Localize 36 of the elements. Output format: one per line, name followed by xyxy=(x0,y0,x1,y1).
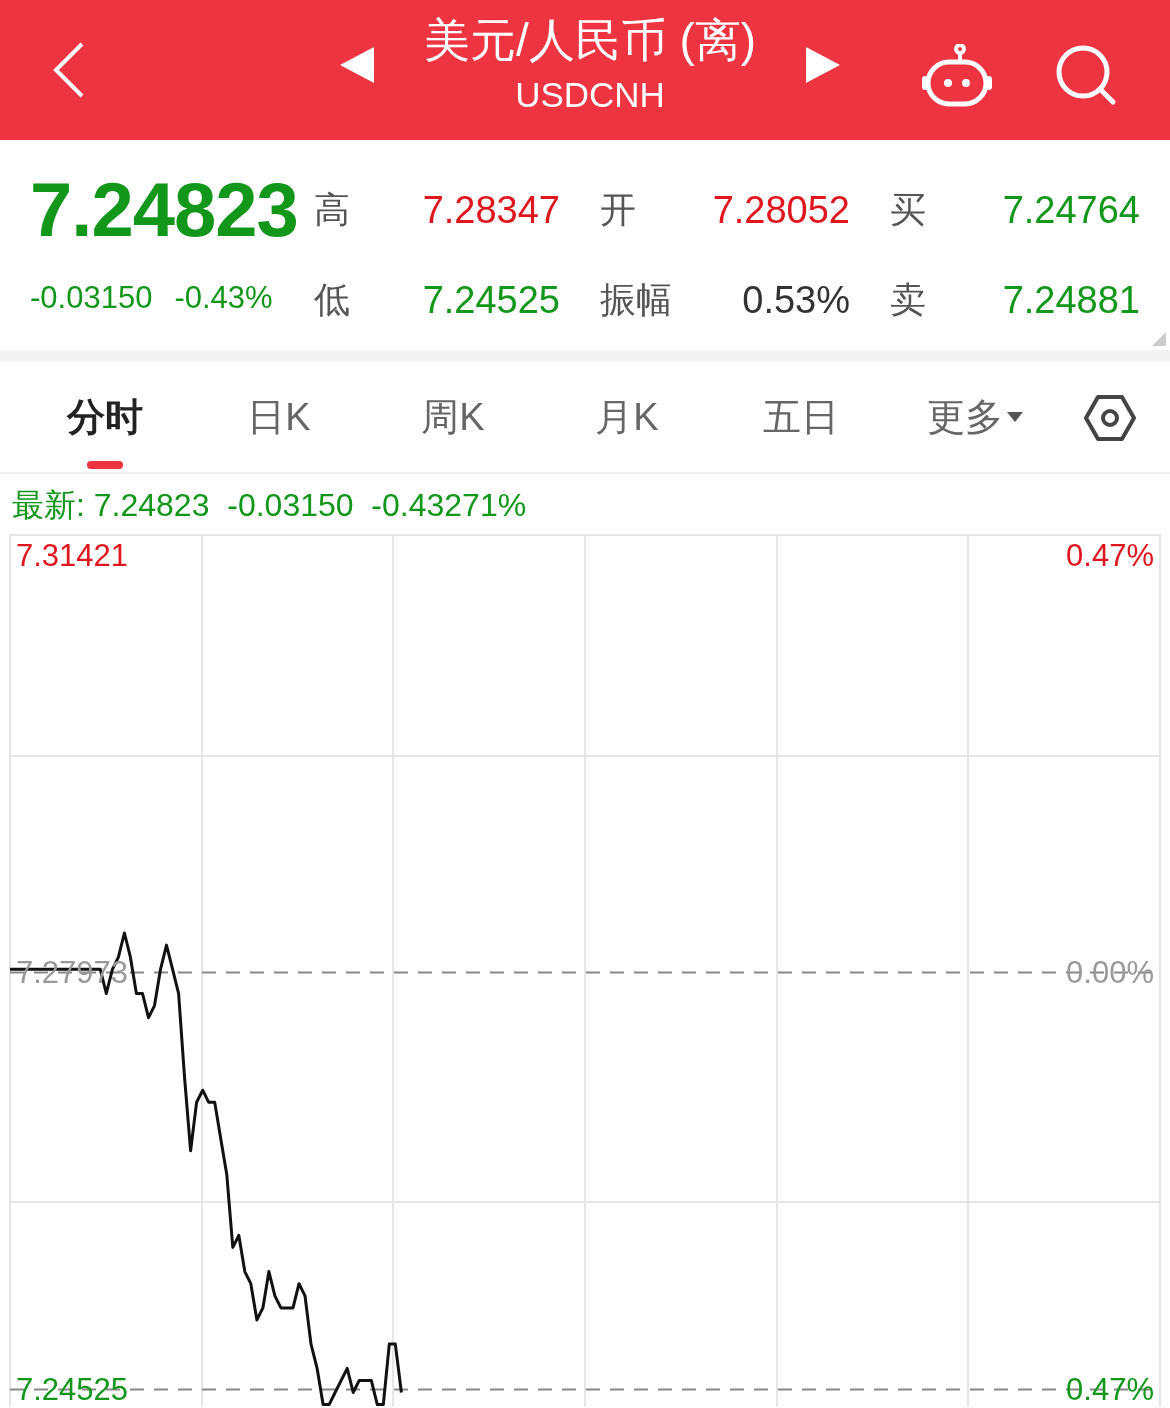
stat-label: 买 xyxy=(889,188,927,232)
robot-icon[interactable] xyxy=(920,44,992,108)
stat-value: 7.24881 xyxy=(1001,278,1140,323)
resize-corner-icon xyxy=(1152,332,1166,346)
stat-label: 卖 xyxy=(889,278,927,322)
next-arrow-icon[interactable] xyxy=(806,47,840,83)
percent-change: -0.43% xyxy=(174,280,273,316)
tab-indicator xyxy=(87,460,123,469)
settings-icon[interactable] xyxy=(1084,394,1136,442)
stat-label: 开 xyxy=(599,188,637,232)
symbol-code: USDCNH xyxy=(515,74,665,116)
price-axis-label: 7.31421 xyxy=(16,537,129,574)
percent-axis-label: 0.47% xyxy=(1066,1371,1154,1408)
page-title: 美元/人民币 (离) xyxy=(423,13,757,68)
chart-tab[interactable]: 月K xyxy=(583,391,671,443)
current-price: 7.24823 xyxy=(30,170,299,250)
stat-value: 7.28347 xyxy=(421,188,560,233)
stat-value: 7.28052 xyxy=(711,188,850,233)
search-icon[interactable] xyxy=(1055,44,1117,106)
stat-label: 高 xyxy=(314,188,351,232)
price-axis-label: 7.24525 xyxy=(16,1371,129,1408)
stat-value: 7.24525 xyxy=(421,278,560,323)
stat-label: 低 xyxy=(314,278,351,322)
previous-arrow-icon[interactable] xyxy=(340,47,374,83)
stat-label: 振幅 xyxy=(599,278,673,322)
chart-tab[interactable]: 日K xyxy=(235,391,323,443)
latest-quote: 最新: 7.24823 -0.03150 -0.43271% xyxy=(11,486,528,525)
chart-tab[interactable]: 分时 xyxy=(55,391,155,443)
price-change: -0.03150 xyxy=(30,280,153,316)
stat-value: 7.24764 xyxy=(1001,188,1140,233)
stat-value: 0.53% xyxy=(741,278,850,323)
percent-axis-label: 0.47% xyxy=(1066,537,1154,574)
chart-tab[interactable]: 更多 xyxy=(915,391,1035,443)
chart-tab[interactable]: 五日 xyxy=(751,391,851,443)
chart-tab[interactable]: 周K xyxy=(409,391,497,443)
caret-icon xyxy=(1007,412,1023,422)
